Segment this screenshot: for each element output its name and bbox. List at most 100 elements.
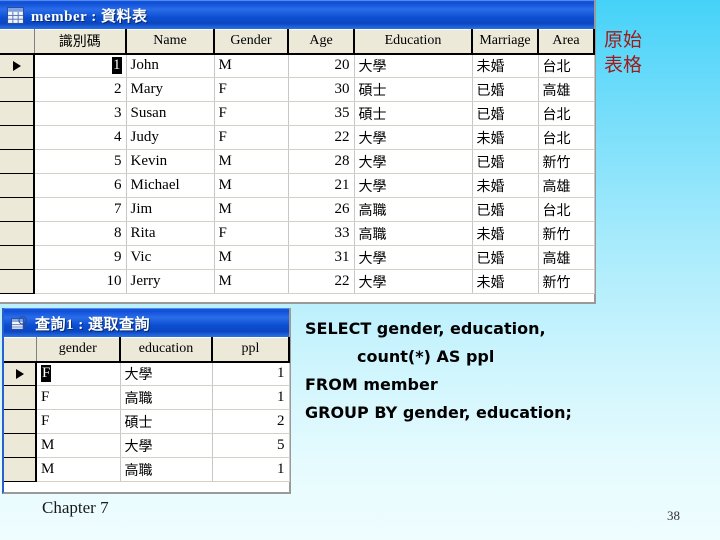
member-col-header-2[interactable]: Gender (214, 29, 289, 55)
table-row[interactable]: F 碩士 2 (4, 409, 290, 434)
cell-marriage[interactable]: 已婚 (472, 197, 539, 222)
cell-name[interactable]: Michael (126, 173, 215, 198)
cell-marriage[interactable]: 未婚 (472, 173, 539, 198)
cell-education[interactable]: 大學 (354, 125, 473, 150)
table-row[interactable]: 3 Susan F 35 碩士 已婚 台北 (0, 101, 595, 126)
cell-ppl[interactable]: 1 (212, 457, 290, 482)
member-datasheet[interactable]: 識別碼 Name Gender Age Education Marriage A… (0, 29, 595, 294)
cell-education[interactable]: 碩士 (120, 409, 213, 434)
table-row[interactable]: 9 Vic M 31 大學 已婚 高雄 (0, 245, 595, 270)
row-selector[interactable] (0, 173, 35, 198)
cell-gender[interactable]: M (214, 149, 289, 174)
cell-marriage[interactable]: 已婚 (472, 101, 539, 126)
row-selector[interactable] (0, 197, 35, 222)
query-window-titlebar[interactable]: 查詢1 : 選取查詢 (4, 308, 289, 337)
query-header-select-all[interactable] (4, 337, 37, 363)
cell-id[interactable]: 3 (34, 101, 127, 126)
cell-name[interactable]: Kevin (126, 149, 215, 174)
query-col-header-0[interactable]: gender (36, 337, 121, 363)
cell-gender[interactable]: F (36, 385, 121, 410)
row-selector[interactable] (0, 221, 35, 246)
cell-name[interactable]: John (126, 53, 215, 78)
table-row[interactable]: M 高職 1 (4, 457, 290, 482)
cell-age[interactable]: 30 (288, 77, 355, 102)
cell-id[interactable]: 1 (34, 53, 127, 78)
table-row[interactable]: 7 Jim M 26 高職 已婚 台北 (0, 197, 595, 222)
cell-marriage[interactable]: 已婚 (472, 77, 539, 102)
cell-ppl[interactable]: 5 (212, 433, 290, 458)
cell-age[interactable]: 35 (288, 101, 355, 126)
cell-age[interactable]: 31 (288, 245, 355, 270)
cell-gender[interactable]: F (36, 409, 121, 434)
cell-area[interactable]: 新竹 (538, 221, 595, 246)
cell-name[interactable]: Vic (126, 245, 215, 270)
row-selector[interactable] (0, 125, 35, 150)
cell-education[interactable]: 大學 (354, 245, 473, 270)
query-col-header-2[interactable]: ppl (212, 337, 290, 363)
member-col-header-5[interactable]: Marriage (472, 29, 539, 55)
cell-gender[interactable]: M (214, 173, 289, 198)
member-col-header-3[interactable]: Age (288, 29, 355, 55)
cell-education[interactable]: 大學 (354, 269, 473, 294)
cell-education[interactable]: 高職 (354, 197, 473, 222)
table-row[interactable]: F 大學 1 (4, 361, 290, 386)
cell-ppl[interactable]: 1 (212, 385, 290, 410)
cell-id[interactable]: 10 (34, 269, 127, 294)
cell-age[interactable]: 21 (288, 173, 355, 198)
cell-id[interactable]: 6 (34, 173, 127, 198)
cell-education[interactable]: 碩士 (354, 77, 473, 102)
cell-area[interactable]: 台北 (538, 53, 595, 78)
cell-gender[interactable]: M (36, 457, 121, 482)
cell-name[interactable]: Rita (126, 221, 215, 246)
cell-marriage[interactable]: 未婚 (472, 53, 539, 78)
table-row[interactable]: 2 Mary F 30 碩士 已婚 高雄 (0, 77, 595, 102)
cell-area[interactable]: 高雄 (538, 245, 595, 270)
row-selector[interactable] (0, 149, 35, 174)
cell-marriage[interactable]: 未婚 (472, 221, 539, 246)
cell-area[interactable]: 新竹 (538, 269, 595, 294)
cell-age[interactable]: 33 (288, 221, 355, 246)
table-row[interactable]: F 高職 1 (4, 385, 290, 410)
cell-gender[interactable]: F (214, 101, 289, 126)
table-row[interactable]: 4 Judy F 22 大學 未婚 台北 (0, 125, 595, 150)
cell-area[interactable]: 高雄 (538, 173, 595, 198)
row-selector[interactable] (0, 269, 35, 294)
cell-education[interactable]: 高職 (120, 385, 213, 410)
cell-gender[interactable]: M (36, 433, 121, 458)
query-result-window[interactable]: 查詢1 : 選取查詢 gender education ppl F 大學 1 F 高職 1… (2, 308, 291, 494)
cell-education[interactable]: 大學 (120, 433, 213, 458)
cell-gender[interactable]: M (214, 53, 289, 78)
member-col-header-6[interactable]: Area (538, 29, 595, 55)
cell-id[interactable]: 9 (34, 245, 127, 270)
cell-id[interactable]: 4 (34, 125, 127, 150)
row-selector[interactable] (0, 53, 35, 78)
row-selector[interactable] (4, 433, 37, 458)
row-selector[interactable] (0, 101, 35, 126)
cell-name[interactable]: Judy (126, 125, 215, 150)
cell-name[interactable]: Jerry (126, 269, 215, 294)
row-selector[interactable] (0, 245, 35, 270)
cell-name[interactable]: Jim (126, 197, 215, 222)
cell-area[interactable]: 高雄 (538, 77, 595, 102)
cell-gender[interactable]: F (214, 221, 289, 246)
row-selector[interactable] (4, 385, 37, 410)
cell-ppl[interactable]: 2 (212, 409, 290, 434)
cell-marriage[interactable]: 未婚 (472, 125, 539, 150)
cell-age[interactable]: 22 (288, 125, 355, 150)
cell-age[interactable]: 28 (288, 149, 355, 174)
cell-gender[interactable]: F (214, 77, 289, 102)
table-row[interactable]: 1 John M 20 大學 未婚 台北 (0, 53, 595, 78)
cell-age[interactable]: 20 (288, 53, 355, 78)
cell-area[interactable]: 台北 (538, 197, 595, 222)
cell-id[interactable]: 8 (34, 221, 127, 246)
cell-area[interactable]: 台北 (538, 125, 595, 150)
cell-id[interactable]: 7 (34, 197, 127, 222)
cell-marriage[interactable]: 已婚 (472, 149, 539, 174)
cell-age[interactable]: 22 (288, 269, 355, 294)
cell-ppl[interactable]: 1 (212, 361, 290, 386)
row-selector[interactable] (4, 361, 37, 386)
cell-id[interactable]: 2 (34, 77, 127, 102)
query-datasheet[interactable]: gender education ppl F 大學 1 F 高職 1 F 碩士 2 M 大學 5 M 高職… (4, 337, 290, 482)
member-col-header-0[interactable]: 識別碼 (34, 29, 127, 55)
cell-gender[interactable]: F (36, 361, 121, 386)
